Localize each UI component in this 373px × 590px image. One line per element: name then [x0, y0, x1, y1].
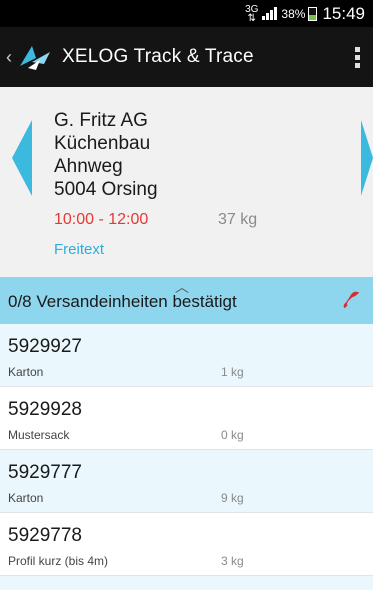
- stop-card: G. Fritz AG Küchenbau Ahnweg 5004 Orsing…: [0, 87, 373, 277]
- unit-id: 5929777: [8, 462, 82, 483]
- list-item[interactable]: 5929928 Mustersack 0 kg: [0, 387, 373, 450]
- confirmation-bar[interactable]: ︿ 0/8 Versandeinheiten bestätigt: [0, 277, 373, 324]
- company-name: G. Fritz AG: [54, 110, 148, 131]
- list-item[interactable]: 5929777 Karton 9 kg: [0, 450, 373, 513]
- clock: 15:49: [322, 3, 365, 23]
- list-item[interactable]: 5929778 Profil kurz (bis 4m) 3 kg: [0, 513, 373, 576]
- signal-icon: [262, 7, 278, 20]
- bird-logo-icon[interactable]: [18, 42, 52, 72]
- next-stop-arrow-icon[interactable]: [361, 120, 373, 196]
- city: 5004 Orsing: [54, 179, 158, 200]
- status-bar: 3G ⇅ 38% 15:49: [0, 0, 373, 27]
- unit-type: Mustersack: [8, 428, 70, 442]
- unit-type: Karton: [8, 491, 44, 505]
- confirmation-status: 0/8 Versandeinheiten bestätigt: [8, 292, 237, 311]
- total-weight: 37 kg: [218, 211, 258, 228]
- phone-icon[interactable]: [341, 289, 363, 311]
- unit-type: Karton: [8, 365, 44, 379]
- action-bar: ‹ XELOG Track & Trace: [0, 27, 373, 87]
- unit-id: 5929927: [8, 336, 82, 357]
- back-chevron-icon[interactable]: ‹: [6, 47, 16, 68]
- battery-percent: 38%: [281, 6, 306, 21]
- unit-type: Profil kurz (bis 4m): [8, 554, 109, 568]
- unit-id: 5929928: [8, 399, 82, 420]
- department: Küchenbau: [54, 133, 151, 154]
- list-item[interactable]: 5929927 Karton 1 kg: [0, 324, 373, 387]
- overflow-menu-icon[interactable]: [355, 47, 361, 71]
- data-arrows-icon: ⇅: [247, 12, 256, 24]
- network-indicator: 3G ⇅: [245, 4, 258, 24]
- unit-weight: 9 kg: [221, 491, 244, 505]
- unit-id: 5929778: [8, 525, 82, 546]
- street: Ahnweg: [54, 156, 123, 177]
- unit-weight: 0 kg: [221, 428, 244, 442]
- unit-weight: 1 kg: [221, 365, 244, 379]
- battery-icon: [308, 6, 318, 21]
- shipping-unit-list: 5929927 Karton 1 kg 5929928 Mustersack 0…: [0, 324, 373, 590]
- previous-stop-arrow-icon[interactable]: [12, 120, 32, 196]
- unit-weight: 3 kg: [221, 554, 244, 568]
- stop-address: G. Fritz AG Küchenbau Ahnweg 5004 Orsing: [54, 109, 158, 201]
- list-item-partial: [0, 576, 373, 590]
- time-window: 10:00 - 12:00: [54, 211, 149, 228]
- freitext-link[interactable]: Freitext: [54, 241, 104, 258]
- app-title: XELOG Track & Trace: [62, 46, 254, 67]
